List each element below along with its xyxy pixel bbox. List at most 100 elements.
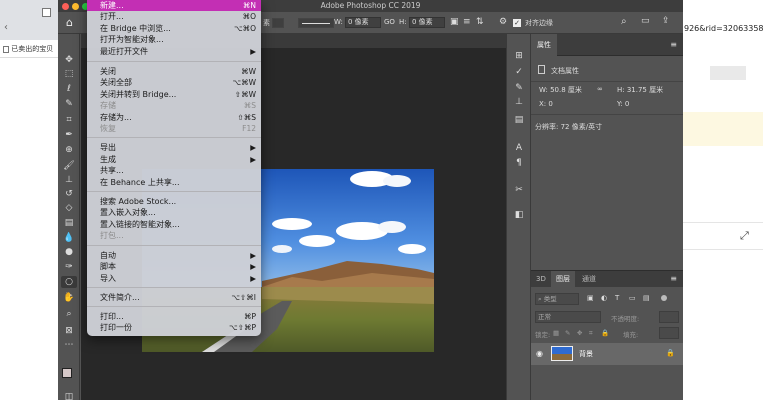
menu-item[interactable]: 搜索 Adobe Stock... [87,196,261,207]
dodge-tool-icon[interactable]: ● [62,246,76,258]
tools-icon[interactable]: ✂ [512,184,526,196]
filter-pixel-icon[interactable]: ▣ [587,294,594,302]
lock-artboard-icon[interactable]: ⌗ [589,329,593,338]
link-dimensions-label[interactable]: GO [384,18,395,26]
path-alignment-icon[interactable]: ≡ [463,17,471,27]
close-window-icon[interactable] [62,3,69,10]
tab-properties[interactable]: 属性 [531,34,557,56]
move-tool-icon[interactable]: ✥ [62,54,76,66]
menu-item[interactable]: 导入 ▶ [87,273,261,284]
quick-mask-icon[interactable]: ◫ [62,391,76,400]
tab-channels[interactable]: 通道 [577,271,601,287]
edit-toolbar-icon[interactable]: ⊠ [62,325,76,337]
fill-input[interactable] [659,327,679,339]
menu-item[interactable]: 共享... [87,165,261,176]
menu-item[interactable]: 关闭全部 ⌥⌘W [87,77,261,88]
menu-item[interactable]: 打开... ⌘O [87,11,261,22]
lock-pixels-icon[interactable]: ▦ [553,329,559,337]
align-edges-checkbox[interactable]: ✓ [513,19,521,27]
address-bar[interactable]: 926&rid=32063358 [683,18,763,40]
paragraph-icon[interactable]: ¶ [512,157,526,169]
lock-position-icon[interactable]: ✥ [577,329,582,337]
healing-brush-icon[interactable]: ⊕ [62,144,76,156]
expand-icon[interactable]: ⤢ [740,229,749,243]
more-tools-icon[interactable]: ⋯ [62,339,76,351]
settings-gear-icon[interactable]: ⚙ [499,17,507,27]
hand-tool-icon[interactable]: ✋ [62,292,76,304]
eyedropper-tool-icon[interactable]: ✒ [62,129,76,141]
menu-item[interactable]: 置入嵌入对象... [87,207,261,218]
quick-select-tool-icon[interactable]: ✎ [62,98,76,110]
ellipse-tool-icon[interactable]: ○ [61,276,77,288]
tab-layers[interactable]: 图层 [551,271,575,287]
clone-source-icon[interactable]: ⊥ [512,96,526,108]
eraser-tool-icon[interactable]: ◇ [62,202,76,214]
brush-settings-icon[interactable]: ✎ [512,82,526,94]
foreground-color-swatch[interactable] [62,368,72,378]
pen-tool-icon[interactable]: ✑ [62,261,76,273]
link-icon[interactable]: ∞ [597,85,603,93]
menu-item[interactable]: 存储为... ⇧⌘S [87,112,261,123]
zoom-tool-icon[interactable]: ⌕ [62,308,76,320]
blend-mode-select[interactable]: 正常 [535,311,601,323]
lock-paint-icon[interactable]: ✎ [565,329,570,337]
filter-smart-object-icon[interactable]: ▤ [643,294,650,302]
search-icon[interactable]: ⌕ [621,16,627,27]
menu-item[interactable]: 文件简介... ⌥⇧⌘I [87,292,261,303]
x-value[interactable]: X: 0 [539,100,553,108]
stroke-type-select[interactable] [298,18,334,28]
width-value[interactable]: W: 50.8 厘米 [539,85,582,95]
filter-shape-icon[interactable]: ▭ [629,294,636,302]
menu-item[interactable]: 打开为智能对象... [87,34,261,45]
menu-item[interactable]: 生成 ▶ [87,154,261,165]
panel-menu-icon[interactable]: ≡ [670,40,677,49]
height-value[interactable]: H: 31.75 厘米 [617,85,663,95]
blur-tool-icon[interactable]: 💧 [62,232,76,244]
menu-item[interactable]: 脚本 ▶ [87,261,261,272]
menu-item[interactable]: 在 Behance 上共享... [87,177,261,188]
history-icon[interactable]: ▤ [512,114,526,126]
opacity-input[interactable] [659,311,679,323]
character-icon[interactable]: A [512,142,526,154]
workspace-icon[interactable]: ▭ [641,16,650,26]
gradient-tool-icon[interactable]: ▤ [62,217,76,229]
history-brush-icon[interactable]: ↺ [62,188,76,200]
menu-item[interactable]: 关闭 ⌘W [87,66,261,77]
y-value[interactable]: Y: 0 [617,100,629,108]
menu-item[interactable]: 关闭并转到 Bridge... ⇧⌘W [87,89,261,100]
menu-item[interactable]: 在 Bridge 中浏览... ⌥⌘O [87,23,261,34]
marquee-tool-icon[interactable]: ⬚ [62,68,76,80]
home-icon[interactable]: ⌂ [66,16,73,29]
lasso-tool-icon[interactable]: ℓ [62,83,76,95]
w-input[interactable]: 0 像素 [345,17,381,28]
path-operations-icon[interactable]: ▣ [450,17,459,27]
share-icon[interactable]: ⇪ [662,16,670,26]
minimize-window-icon[interactable] [72,3,79,10]
filter-kind-select[interactable]: ⌕ 类型 [535,293,579,305]
brush-tool-icon[interactable]: 🖌 [62,160,76,172]
filter-type-icon[interactable]: T [615,294,619,302]
filter-adjustment-icon[interactable]: ◐ [601,294,607,302]
menu-item[interactable]: 导出 ▶ [87,142,261,153]
crop-tool-icon[interactable]: ⌗ [62,114,76,126]
menu-item[interactable]: 新建... ⌘N [87,0,261,11]
back-arrow-icon[interactable]: ‹ [4,22,8,33]
libraries-icon[interactable]: ⊞ [512,50,526,62]
clone-stamp-icon[interactable]: ⊥ [62,174,76,186]
path-arrangement-icon[interactable]: ⇅ [476,17,484,27]
layer-row-background[interactable]: ◉ 背景 🔒 [531,343,683,365]
h-input[interactable]: 0 像素 [409,17,445,28]
filter-toggle[interactable] [661,295,667,301]
lock-all-icon[interactable]: 🔒 [601,329,609,337]
adjustments-icon[interactable]: ✓ [512,66,526,78]
stroke-width-select[interactable] [272,18,284,28]
menu-item[interactable]: 最近打开文件 ▶ [87,46,261,57]
shape-mode-select[interactable]: 素 [263,18,270,28]
visibility-eye-icon[interactable]: ◉ [536,349,543,358]
menu-item[interactable]: 自动 ▶ [87,250,261,261]
glyphs-icon[interactable]: ◧ [512,209,526,221]
menu-item[interactable]: 打印一份 ⌥⇧⌘P [87,322,261,333]
menu-item[interactable]: 置入链接的智能对象... [87,219,261,230]
layers-menu-icon[interactable]: ≡ [670,274,677,283]
tab-3d[interactable]: 3D [531,271,551,287]
